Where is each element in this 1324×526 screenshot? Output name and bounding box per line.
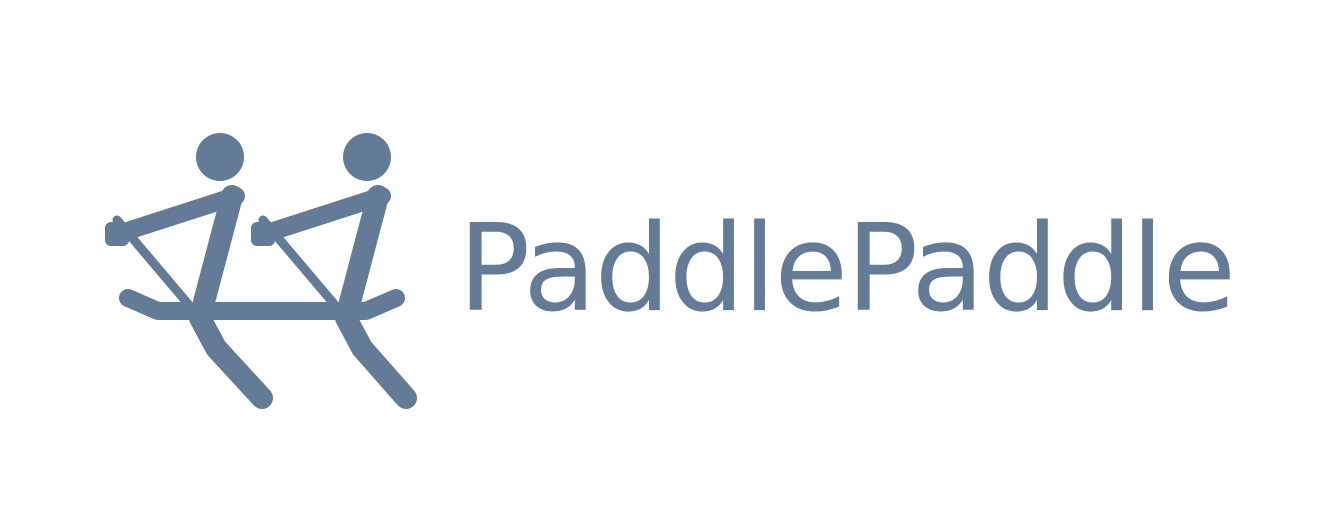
two-rowers-paddling-icon (105, 133, 417, 409)
logo-canvas: PaddlePaddle (0, 0, 1324, 526)
rower-hand-right (251, 222, 275, 246)
rower-head-left (196, 133, 244, 181)
rower-head-right (343, 133, 391, 181)
paddle-blade-left (189, 307, 273, 409)
brand-wordmark: PaddlePaddle (458, 200, 1236, 339)
rower-hand-left (105, 222, 129, 246)
paddle-blade-right (335, 307, 417, 409)
